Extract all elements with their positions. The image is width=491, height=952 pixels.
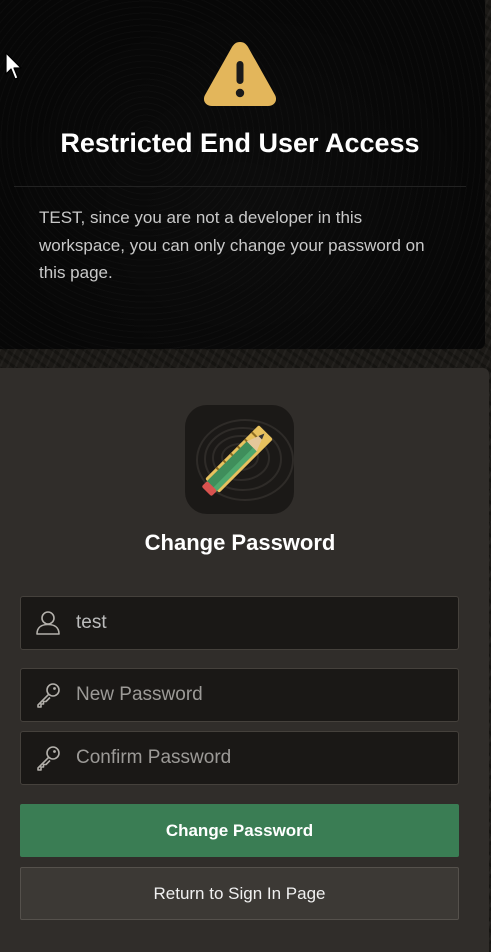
change-password-button[interactable]: Change Password [20,804,459,857]
confirm-password-field[interactable] [20,731,459,785]
alert-message: TEST, since you are not a developer in t… [39,208,425,282]
new-password-field[interactable] [20,668,459,722]
alert-panel: Restricted End User Access TEST, since y… [0,0,485,349]
key-icon [37,746,60,771]
confirm-password-input[interactable] [76,732,446,784]
user-icon [36,611,60,635]
key-icon [37,683,60,708]
divider [14,186,466,187]
return-to-sign-in-button[interactable]: Return to Sign In Page [20,867,459,920]
mouse-cursor-icon [5,52,22,80]
pencil-ruler-icon [185,405,294,514]
card-title: Change Password [144,530,336,555]
warning-icon [203,42,277,106]
alert-title: Restricted End User Access [60,128,420,158]
new-password-input[interactable] [76,669,446,721]
username-field[interactable] [20,596,459,650]
username-input[interactable] [76,597,446,649]
